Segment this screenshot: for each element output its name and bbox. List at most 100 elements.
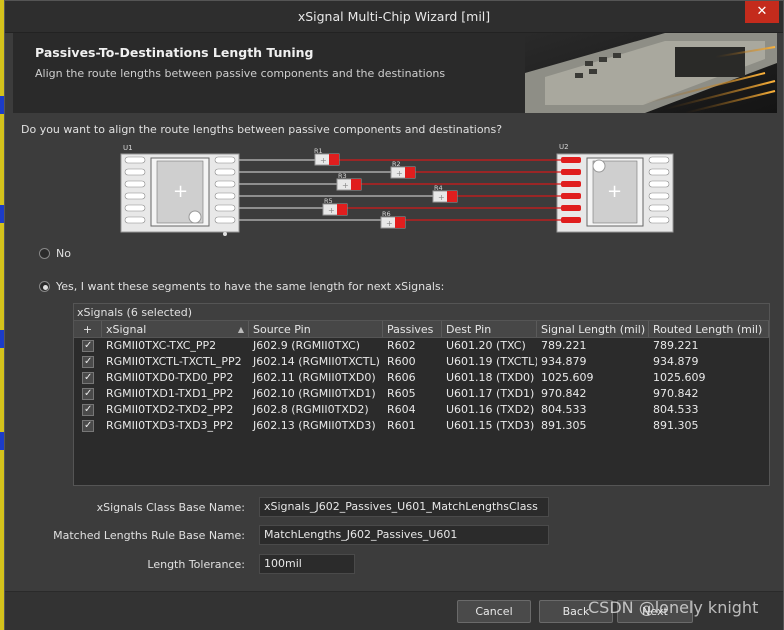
svg-text:+: + <box>320 156 327 165</box>
cell-xsignal: RGMII0TXD0-TXD0_PP2 <box>106 371 234 384</box>
rule-name-input[interactable]: MatchLengths_J602_Passives_U601 <box>259 525 549 545</box>
cell-source-pin: J602.14 (RGMII0TXCTL) <box>253 355 380 368</box>
cell-dest-pin: U601.18 (TXD0) <box>446 371 535 384</box>
option-yes[interactable]: Yes, I want these segments to have the s… <box>39 280 444 293</box>
cell-source-pin: J602.8 (RGMII0TXD2) <box>253 403 369 416</box>
u2-label: U2 <box>559 143 569 151</box>
header-subtitle: Align the route lengths between passive … <box>35 67 446 80</box>
cell-source-pin: J602.10 (RGMII0TXD1) <box>253 387 376 400</box>
tolerance-input[interactable]: 100mil <box>259 554 355 574</box>
class-name-input[interactable]: xSignals_J602_Passives_U601_MatchLengths… <box>259 497 549 517</box>
u1-label: U1 <box>123 144 133 152</box>
cell-signal-length: 970.842 <box>541 387 587 400</box>
cell-dest-pin: U601.16 (TXD2) <box>446 403 535 416</box>
col-dest-pin[interactable]: Dest Pin <box>442 321 537 337</box>
cell-routed-length: 1025.609 <box>653 371 706 384</box>
grid-header: + xSignal ▲ Source Pin Passives Dest Pin … <box>74 321 769 338</box>
table-row[interactable]: RGMII0TXCTL-TXCTL_PP2 J602.14 (RGMII0TXCT… <box>74 354 769 370</box>
class-name-label: xSignals Class Base Name: <box>96 501 245 514</box>
cell-xsignal: RGMII0TXC-TXC_PP2 <box>106 339 217 352</box>
svg-text:+: + <box>438 193 445 202</box>
cell-dest-pin: U601.19 (TXCTL) <box>446 355 537 368</box>
topology-diagram: U1 + U2 + R1 R2 R3 R4 R5 R6 +++ +++ <box>120 143 674 236</box>
cell-routed-length: 789.221 <box>653 339 699 352</box>
row-checkbox[interactable] <box>82 338 94 354</box>
cell-source-pin: J602.9 (RGMII0TXC) <box>253 339 361 352</box>
table-row[interactable]: RGMII0TXD3-TXD3_PP2 J602.13 (RGMII0TXD3) R… <box>74 418 769 434</box>
radio-yes[interactable] <box>39 281 50 292</box>
radio-no[interactable] <box>39 248 50 259</box>
row-checkbox-cell <box>74 386 102 402</box>
svg-text:+: + <box>607 181 622 202</box>
svg-text:+: + <box>386 219 393 228</box>
svg-text:+: + <box>173 181 188 202</box>
row-checkbox-cell <box>74 402 102 418</box>
xsignals-grid: xSignals (6 selected) + xSignal ▲ Source … <box>73 303 770 486</box>
resistors: R1 R2 R3 R4 R5 R6 <box>314 147 458 229</box>
cell-dest-pin: U601.17 (TXD1) <box>446 387 535 400</box>
rule-name-label: Matched Lengths Rule Base Name: <box>53 529 245 542</box>
cell-xsignal: RGMII0TXD3-TXD3_PP2 <box>106 419 234 432</box>
cell-dest-pin: U601.20 (TXC) <box>446 339 526 352</box>
cell-passive: R605 <box>387 387 416 400</box>
cell-routed-length: 934.879 <box>653 355 699 368</box>
cell-source-pin: J602.13 (RGMII0TXD3) <box>253 419 376 432</box>
cell-routed-length: 970.842 <box>653 387 699 400</box>
row-checkbox[interactable] <box>82 402 94 418</box>
add-column-button[interactable]: + <box>74 321 102 337</box>
row-checkbox-cell <box>74 370 102 386</box>
cell-passive: R602 <box>387 339 416 352</box>
row-checkbox[interactable] <box>82 386 94 402</box>
cell-xsignal: RGMII0TXD1-TXD1_PP2 <box>106 387 234 400</box>
tolerance-label: Length Tolerance: <box>147 558 245 571</box>
col-source-pin[interactable]: Source Pin <box>249 321 383 337</box>
cell-passive: R600 <box>387 355 416 368</box>
cell-dest-pin: U601.15 (TXD3) <box>446 419 535 432</box>
svg-text:+: + <box>396 169 403 178</box>
table-row[interactable]: RGMII0TXD0-TXD0_PP2 J602.11 (RGMII0TXD0) R… <box>74 370 769 386</box>
option-no-label: No <box>56 247 71 260</box>
window-title: xSignal Multi-Chip Wizard [mil] <box>297 9 491 24</box>
row-checkbox[interactable] <box>82 354 94 370</box>
cancel-button[interactable]: Cancel <box>457 600 531 623</box>
row-checkbox-cell <box>74 338 102 354</box>
cell-signal-length: 934.879 <box>541 355 587 368</box>
cell-passive: R606 <box>387 371 416 384</box>
svg-text:+: + <box>328 206 335 215</box>
grid-caption: xSignals (6 selected) <box>74 304 769 321</box>
sort-asc-icon: ▲ <box>237 325 244 334</box>
option-no[interactable]: No <box>39 247 71 260</box>
cell-routed-length: 891.305 <box>653 419 699 432</box>
table-row[interactable]: RGMII0TXC-TXC_PP2 J602.9 (RGMII0TXC) R602 U… <box>74 338 769 354</box>
row-checkbox[interactable] <box>82 418 94 434</box>
col-signal-length[interactable]: Signal Length (mil) <box>537 321 649 337</box>
wizard-dialog: xSignal Multi-Chip Wizard [mil] ✕ Passiv… <box>4 0 784 630</box>
cell-signal-length: 804.533 <box>541 403 587 416</box>
svg-text:+: + <box>342 181 349 190</box>
cell-routed-length: 804.533 <box>653 403 699 416</box>
cell-passive: R604 <box>387 403 416 416</box>
watermark-text: CSDN @lonely knight <box>588 598 759 617</box>
cell-source-pin: J602.11 (RGMII0TXD0) <box>253 371 376 384</box>
cell-xsignal: RGMII0TXCTL-TXCTL_PP2 <box>106 355 242 368</box>
close-button[interactable]: ✕ <box>745 1 779 23</box>
question-text: Do you want to align the route lengths b… <box>21 123 503 136</box>
wizard-header: Passives-To-Destinations Length Tuning A… <box>13 33 777 113</box>
cell-signal-length: 789.221 <box>541 339 587 352</box>
table-row[interactable]: RGMII0TXD2-TXD2_PP2 J602.8 (RGMII0TXD2) R6… <box>74 402 769 418</box>
col-routed-length[interactable]: Routed Length (mil) <box>649 321 769 337</box>
table-row[interactable]: RGMII0TXD1-TXD1_PP2 J602.10 (RGMII0TXD1) R… <box>74 386 769 402</box>
cell-signal-length: 1025.609 <box>541 371 594 384</box>
col-xsignal[interactable]: xSignal ▲ <box>102 321 249 337</box>
col-passives[interactable]: Passives <box>383 321 442 337</box>
cell-xsignal: RGMII0TXD2-TXD2_PP2 <box>106 403 234 416</box>
header-title: Passives-To-Destinations Length Tuning <box>35 45 314 60</box>
col-xsignal-label: xSignal <box>106 323 147 336</box>
cell-signal-length: 891.305 <box>541 419 587 432</box>
pcb-banner-image <box>525 33 777 113</box>
grid-body: RGMII0TXC-TXC_PP2 J602.9 (RGMII0TXC) R602 U… <box>74 338 769 434</box>
row-checkbox-cell <box>74 418 102 434</box>
row-checkbox[interactable] <box>82 370 94 386</box>
cell-passive: R601 <box>387 419 416 432</box>
option-yes-label: Yes, I want these segments to have the s… <box>56 280 445 293</box>
